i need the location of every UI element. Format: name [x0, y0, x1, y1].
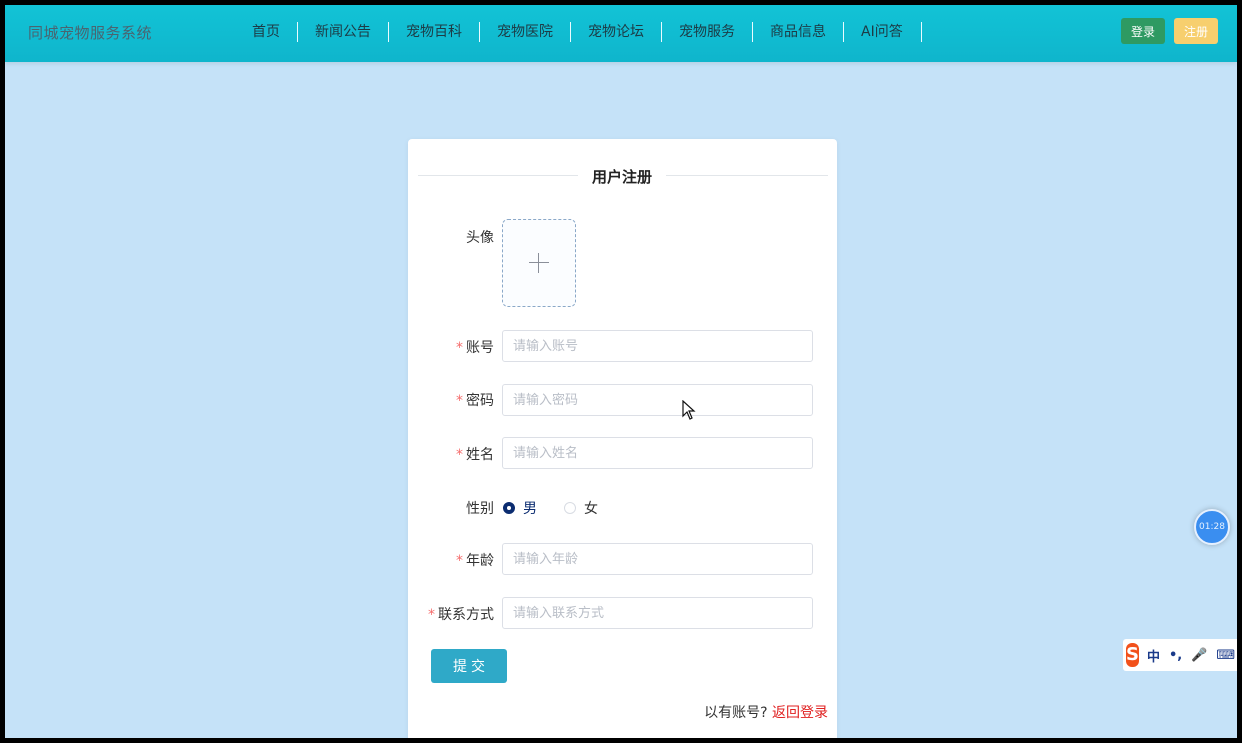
top-navbar: 同城宠物服务系统 首页 新闻公告 宠物百科 宠物医院 宠物论坛 宠物服务 商品信…: [5, 5, 1237, 62]
radio-selected-icon: [503, 502, 515, 514]
age-input[interactable]: [502, 543, 813, 575]
avatar-label: 头像: [466, 230, 494, 246]
mouse-cursor-icon: [682, 400, 696, 420]
gender-male-text: 男: [523, 501, 537, 517]
register-card: 用户注册 头像 *账号 *密码 *姓名 性别 男 女 *年龄 *联系方式 提交 …: [408, 139, 837, 738]
contact-label: * 联系方式: [414, 604, 494, 624]
nav-pet-forum[interactable]: 宠物论坛: [571, 22, 662, 42]
required-mark: *: [456, 340, 463, 356]
microphone-icon[interactable]: 🎤: [1191, 648, 1207, 663]
name-label: * 姓名: [414, 444, 494, 464]
required-mark: *: [456, 553, 463, 569]
password-input[interactable]: [502, 384, 813, 416]
gender-label: 性别: [466, 501, 494, 517]
plus-icon-stem: [538, 253, 539, 273]
name-label-text: 姓名: [466, 447, 494, 463]
form-title: 用户注册: [578, 166, 666, 187]
required-mark: *: [456, 447, 463, 463]
ime-toolbar[interactable]: S 中 •, 🎤 ⌨: [1123, 639, 1237, 671]
nav-pet-service[interactable]: 宠物服务: [662, 22, 753, 42]
gender-female-text: 女: [584, 501, 598, 517]
age-label: * 年龄: [414, 550, 494, 570]
plus-icon: [529, 262, 549, 263]
login-button[interactable]: 登录: [1121, 18, 1165, 44]
back-to-login-link[interactable]: 返回登录: [772, 705, 828, 721]
ime-punctuation-icon[interactable]: •,: [1169, 648, 1182, 663]
nav-news[interactable]: 新闻公告: [298, 22, 389, 42]
password-label-text: 密码: [466, 393, 494, 409]
name-input[interactable]: [502, 437, 813, 469]
nav-home[interactable]: 首页: [235, 22, 298, 42]
main-menu: 首页 新闻公告 宠物百科 宠物医院 宠物论坛 宠物服务 商品信息 AI问答: [235, 21, 922, 43]
age-label-text: 年龄: [466, 553, 494, 569]
contact-input[interactable]: [502, 597, 813, 629]
contact-label-text: 联系方式: [438, 607, 494, 623]
required-mark: *: [428, 607, 435, 623]
register-button[interactable]: 注册: [1174, 18, 1218, 44]
required-mark: *: [456, 393, 463, 409]
login-tip: 以有账号? 返回登录: [704, 702, 828, 722]
password-label: * 密码: [414, 390, 494, 410]
timer-badge[interactable]: 01:28: [1194, 509, 1230, 545]
submit-button[interactable]: 提交: [431, 649, 507, 683]
nav-ai-qa[interactable]: AI问答: [844, 22, 922, 42]
radio-unselected-icon: [564, 502, 576, 514]
nav-products[interactable]: 商品信息: [753, 22, 844, 42]
avatar-upload[interactable]: [502, 219, 576, 307]
account-label: * 账号: [414, 337, 494, 357]
nav-pet-encyclopedia[interactable]: 宠物百科: [389, 22, 480, 42]
ime-chinese-mode[interactable]: 中: [1147, 646, 1160, 665]
sogou-logo-icon: S: [1126, 643, 1139, 667]
account-label-text: 账号: [466, 340, 494, 356]
account-input[interactable]: [502, 330, 813, 362]
brand-title: 同城宠物服务系统: [28, 24, 153, 42]
have-account-text: 以有账号?: [704, 705, 768, 721]
app-frame: 同城宠物服务系统 首页 新闻公告 宠物百科 宠物医院 宠物论坛 宠物服务 商品信…: [5, 5, 1237, 738]
nav-pet-hospital[interactable]: 宠物医院: [480, 22, 571, 42]
gender-radio-male[interactable]: 男: [503, 498, 537, 518]
keyboard-icon[interactable]: ⌨: [1216, 648, 1235, 663]
gender-radio-female[interactable]: 女: [564, 498, 598, 518]
